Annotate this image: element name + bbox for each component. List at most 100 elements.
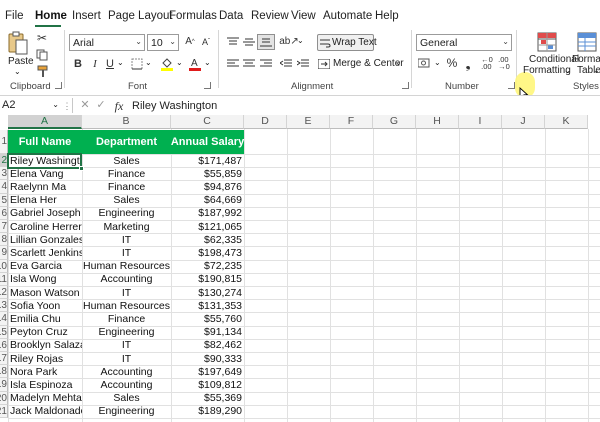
cell-full-name[interactable]: Nora Park <box>8 366 82 379</box>
more-options-icon[interactable]: ⋮ <box>63 100 72 112</box>
row-header-12[interactable]: 12 <box>0 286 8 300</box>
column-header-e[interactable]: E <box>287 115 330 129</box>
name-box[interactable]: A2 ⌄ <box>0 98 62 114</box>
align-right-icon[interactable] <box>259 57 273 71</box>
column-header-b[interactable]: B <box>82 115 171 129</box>
column-header-a[interactable]: A <box>8 115 82 129</box>
borders-icon[interactable] <box>130 57 144 71</box>
tab-help[interactable]: Help <box>375 10 399 22</box>
cell-full-name[interactable]: Scarlett Jenkins <box>8 247 82 260</box>
format-as-table-button[interactable]: Format <box>572 54 600 65</box>
cell-full-name[interactable]: Raelynn Ma <box>8 181 82 194</box>
row-header-5[interactable]: 5 <box>0 193 8 207</box>
header-department[interactable]: Department <box>82 130 171 154</box>
cell-department[interactable]: Engineering <box>82 326 171 339</box>
cell-department[interactable]: Finance <box>82 181 171 194</box>
tab-automate[interactable]: Automate <box>323 10 372 22</box>
cell-department[interactable]: IT <box>82 353 171 366</box>
cell-annual-salary[interactable]: $171,487 <box>171 155 244 168</box>
format-as-table-icon[interactable] <box>576 31 598 53</box>
increase-indent-icon[interactable] <box>296 57 310 71</box>
cell-full-name[interactable]: Peyton Cruz <box>8 326 82 339</box>
accounting-format-icon[interactable] <box>417 56 433 70</box>
cell-department[interactable]: Marketing <box>82 221 171 234</box>
paste-button[interactable]: Paste <box>8 56 34 67</box>
column-header-k[interactable]: K <box>545 115 588 129</box>
cell-full-name[interactable]: Isla Wong <box>8 273 82 286</box>
column-header-f[interactable]: F <box>330 115 373 129</box>
cell-annual-salary[interactable]: $94,876 <box>171 181 244 194</box>
chevron-down-icon[interactable]: ⌄ <box>204 58 211 67</box>
copy-icon[interactable] <box>35 48 49 62</box>
align-top-icon[interactable] <box>226 35 240 49</box>
cut-icon[interactable]: ✂ <box>35 31 49 45</box>
chevron-down-icon[interactable]: ⌄ <box>176 58 183 67</box>
tab-data[interactable]: Data <box>219 10 243 22</box>
font-size-select[interactable]: 10 ⌄ <box>147 34 179 51</box>
row-header-9[interactable]: 9 <box>0 246 8 260</box>
clipboard-launcher-icon[interactable] <box>55 82 62 89</box>
enter-icon[interactable]: ✓ <box>95 99 107 112</box>
cell-department[interactable]: Human Resources <box>82 300 171 313</box>
row-header-17[interactable]: 17 <box>0 352 8 366</box>
row-header-6[interactable]: 6 <box>0 206 8 220</box>
cell-full-name[interactable]: Mason Watson <box>8 287 82 300</box>
tab-view[interactable]: View <box>291 10 316 22</box>
chevron-down-icon[interactable]: ⌄ <box>434 58 441 67</box>
row-header-18[interactable]: 18 <box>0 365 8 379</box>
cell-annual-salary[interactable]: $64,669 <box>171 194 244 207</box>
cell-department[interactable]: Human Resources <box>82 260 171 273</box>
cell-full-name[interactable]: Madelyn Mehta <box>8 392 82 405</box>
row-header-11[interactable]: 11 <box>0 272 8 286</box>
tab-review[interactable]: Review <box>251 10 289 22</box>
cell-full-name[interactable]: Jack Maldonado <box>8 405 82 418</box>
orientation-icon[interactable]: ab↗ <box>279 35 299 49</box>
chevron-down-icon[interactable]: ⌄ <box>145 58 152 67</box>
font-launcher-icon[interactable] <box>204 82 211 89</box>
row-header-8[interactable]: 8 <box>0 233 8 247</box>
cell-annual-salary[interactable]: $55,760 <box>171 313 244 326</box>
cell-annual-salary[interactable]: $90,333 <box>171 353 244 366</box>
cell-annual-salary[interactable]: $198,473 <box>171 247 244 260</box>
cell-annual-salary[interactable]: $130,274 <box>171 287 244 300</box>
align-center-icon[interactable] <box>242 57 256 71</box>
paste-dropdown-icon[interactable]: ⌄ <box>14 67 21 76</box>
row-header-20[interactable]: 20 <box>0 391 8 405</box>
row-header-14[interactable]: 14 <box>0 312 8 326</box>
column-header-j[interactable]: J <box>502 115 545 129</box>
increase-decimal-icon[interactable]: ←0.00 <box>479 56 495 71</box>
paste-icon[interactable] <box>6 31 30 55</box>
cell-full-name[interactable]: Isla Espinoza <box>8 379 82 392</box>
tab-insert[interactable]: Insert <box>72 10 101 22</box>
number-launcher-icon[interactable] <box>508 82 515 89</box>
cell-department[interactable]: Finance <box>82 313 171 326</box>
increase-font-size-icon[interactable]: A ^ <box>183 36 197 48</box>
percent-style-icon[interactable]: % <box>445 56 459 70</box>
bold-icon[interactable]: B <box>72 57 84 71</box>
tab-home[interactable]: Home <box>35 10 67 22</box>
row-header-3[interactable]: 3 <box>0 167 8 181</box>
cell-annual-salary[interactable]: $55,369 <box>171 392 244 405</box>
decrease-font-size-icon[interactable]: Aˇ <box>199 36 213 48</box>
cell-annual-salary[interactable]: $82,462 <box>171 339 244 352</box>
align-left-icon[interactable] <box>226 57 240 71</box>
font-name-select[interactable]: Arial ⌄ <box>69 34 145 51</box>
cell-annual-salary[interactable]: $131,353 <box>171 300 244 313</box>
column-header-h[interactable]: H <box>416 115 459 129</box>
row-header-16[interactable]: 16 <box>0 338 8 352</box>
alignment-launcher-icon[interactable] <box>402 82 409 89</box>
row-header-7[interactable]: 7 <box>0 220 8 234</box>
chevron-down-icon[interactable]: ⌄ <box>564 66 571 75</box>
row-header-15[interactable]: 15 <box>0 325 8 339</box>
cell-annual-salary[interactable]: $55,859 <box>171 168 244 181</box>
cell-annual-salary[interactable]: $62,335 <box>171 234 244 247</box>
cell-annual-salary[interactable]: $109,812 <box>171 379 244 392</box>
header-full-name[interactable]: Full Name <box>8 130 82 154</box>
cell-annual-salary[interactable]: $189,290 <box>171 405 244 418</box>
cell-annual-salary[interactable]: $187,992 <box>171 207 244 220</box>
cell-annual-salary[interactable]: $72,235 <box>171 260 244 273</box>
cell-annual-salary[interactable]: $190,815 <box>171 273 244 286</box>
cell-department[interactable]: Sales <box>82 194 171 207</box>
cell-department[interactable]: Accounting <box>82 366 171 379</box>
cell-department[interactable]: Accounting <box>82 379 171 392</box>
